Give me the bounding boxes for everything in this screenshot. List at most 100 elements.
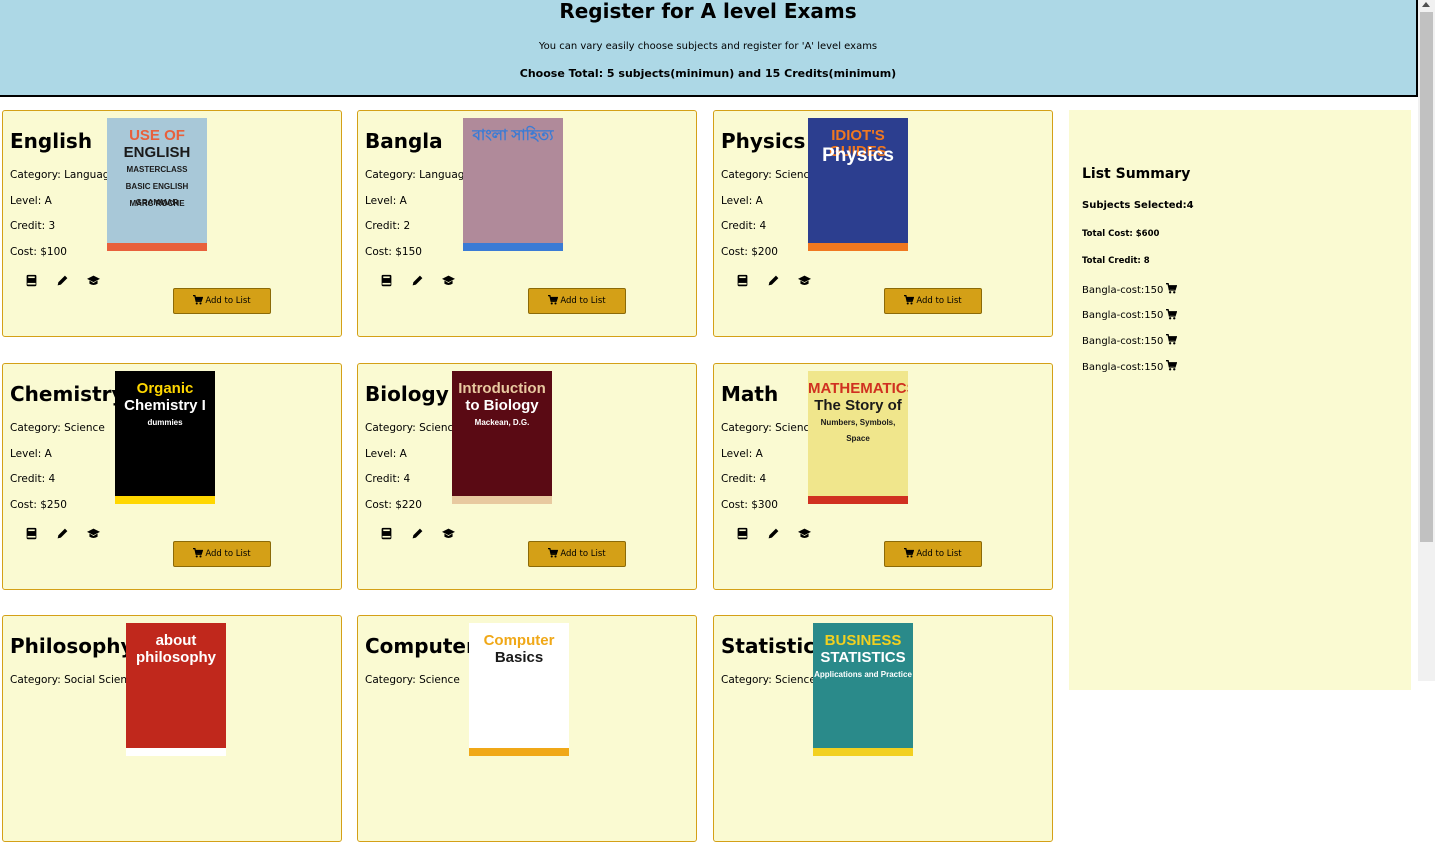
subject-card: Biology Category: Science Level: A Credit: … <box>357 363 697 590</box>
cart-icon <box>548 547 559 561</box>
cart-icon[interactable] <box>1166 308 1178 323</box>
book-icon[interactable] <box>736 274 749 287</box>
pencil-icon[interactable] <box>767 527 780 540</box>
summary-list-item: Bangla-cost:150 <box>1082 334 1178 348</box>
cover-text: philosophy <box>136 649 216 666</box>
book-icon[interactable] <box>25 527 38 540</box>
cover-band <box>107 243 207 251</box>
cover-band <box>808 243 908 251</box>
book-cover-image: Computer Basics <box>469 623 569 756</box>
cover-text: to Biology <box>465 397 539 414</box>
card-icon-row <box>736 527 811 540</box>
cover-band <box>469 748 569 756</box>
add-to-list-button[interactable]: Add to List <box>173 288 271 314</box>
subject-name: Biology <box>365 382 449 406</box>
cover-text: Chemistry I <box>124 397 206 414</box>
summary-list-item: Bangla-cost:150 <box>1082 283 1178 297</box>
summary-list-item: Bangla-cost:150 <box>1082 308 1178 323</box>
add-to-list-button[interactable]: Add to List <box>884 288 982 314</box>
graduation-cap-icon[interactable] <box>442 274 455 287</box>
subject-card: Bangla Category: Language Level: A Credit: … <box>357 110 697 337</box>
page-title: Register for A level Exams <box>559 0 857 23</box>
subject-name: Philosophy <box>10 634 134 658</box>
cover-text: USE OF <box>129 127 185 144</box>
summary-list-item: Bangla-cost:150 <box>1082 360 1178 374</box>
pencil-icon[interactable] <box>56 527 69 540</box>
cover-band <box>463 243 563 251</box>
cover-text: Introduction <box>458 380 546 397</box>
subject-name: Computer <box>365 634 476 658</box>
book-icon[interactable] <box>25 274 38 287</box>
cover-text: MATHEMATICS <box>808 380 908 397</box>
add-to-list-button[interactable]: Add to List <box>884 541 982 567</box>
cover-text: MASTERCLASS <box>126 165 188 174</box>
card-icon-row <box>25 274 100 287</box>
subject-credit: Credit: 4 <box>721 220 767 232</box>
add-to-list-label: Add to List <box>916 296 962 306</box>
cover-band <box>126 748 226 756</box>
cover-band <box>115 496 215 504</box>
add-to-list-button[interactable]: Add to List <box>173 541 271 567</box>
subject-name: Chemistry <box>10 382 125 406</box>
cover-text: Computer <box>483 632 555 649</box>
pencil-icon[interactable] <box>767 274 780 287</box>
cover-text: Mackean, D.G. <box>474 418 530 427</box>
pencil-icon[interactable] <box>411 527 424 540</box>
cover-text: বাংলা সাহিত্য <box>472 127 554 144</box>
cart-icon <box>193 294 204 308</box>
graduation-cap-icon[interactable] <box>798 527 811 540</box>
subject-category: Category: Social Science <box>10 674 140 686</box>
page-header: Register for A level Exams You can vary … <box>0 0 1418 97</box>
card-icon-row <box>736 274 811 287</box>
subject-credit: Credit: 2 <box>365 220 411 232</box>
cover-text: BUSINESS <box>824 632 902 649</box>
graduation-cap-icon[interactable] <box>87 527 100 540</box>
cart-icon[interactable] <box>1166 283 1178 297</box>
scrollbar-thumb[interactable] <box>1420 12 1433 542</box>
requirement-text: Choose Total: 5 subjects(minimun) and 15… <box>519 67 897 80</box>
subject-cost: Cost: $200 <box>721 246 778 258</box>
graduation-cap-icon[interactable] <box>87 274 100 287</box>
book-icon[interactable] <box>736 527 749 540</box>
cover-text: STATISTICS <box>820 649 906 666</box>
cart-icon[interactable] <box>1166 334 1178 348</box>
subject-level: Level: A <box>10 195 52 207</box>
subject-name: Bangla <box>365 129 443 153</box>
cart-icon[interactable] <box>1166 360 1178 374</box>
subject-credit: Credit: 4 <box>721 473 767 485</box>
summary-item-label: Bangla-cost:150 <box>1082 335 1164 347</box>
subject-cost: Cost: $300 <box>721 499 778 511</box>
cover-text: about <box>155 632 197 649</box>
subject-cost: Cost: $220 <box>365 499 422 511</box>
cover-band <box>452 496 552 504</box>
cart-icon <box>904 547 915 561</box>
add-to-list-button[interactable]: Add to List <box>528 541 626 567</box>
subject-level: Level: A <box>721 195 763 207</box>
subject-level: Level: A <box>721 448 763 460</box>
subject-name: Physics <box>721 129 806 153</box>
subject-card: Computer Category: Science Computer Basics <box>357 615 697 842</box>
scroll-up-arrow-icon[interactable] <box>1422 2 1430 7</box>
pencil-icon[interactable] <box>56 274 69 287</box>
graduation-cap-icon[interactable] <box>442 527 455 540</box>
subject-category: Category: Language <box>10 169 116 181</box>
subject-category: Category: Science <box>365 422 460 434</box>
book-cover-image: about philosophy <box>126 623 226 756</box>
cover-text: Numbers, Symbols, Space <box>820 418 896 443</box>
subject-card: English Category: Language Level: A Credit:… <box>2 110 342 337</box>
add-to-list-button[interactable]: Add to List <box>528 288 626 314</box>
pencil-icon[interactable] <box>411 274 424 287</box>
book-icon[interactable] <box>380 274 393 287</box>
cover-text: ENGLISH <box>123 144 191 161</box>
subject-category: Category: Science <box>721 674 816 686</box>
cover-band <box>808 496 908 504</box>
book-icon[interactable] <box>380 527 393 540</box>
graduation-cap-icon[interactable] <box>798 274 811 287</box>
subject-level: Level: A <box>365 195 407 207</box>
vertical-scrollbar[interactable] <box>1418 0 1435 681</box>
cover-text: dummies <box>147 418 183 427</box>
summary-title: List Summary <box>1082 166 1191 182</box>
subject-card: Chemistry Category: Science Level: A Credit… <box>2 363 342 590</box>
cover-band <box>813 748 913 756</box>
list-summary-panel: List Summary Subjects Selected:4 Total C… <box>1069 110 1411 690</box>
